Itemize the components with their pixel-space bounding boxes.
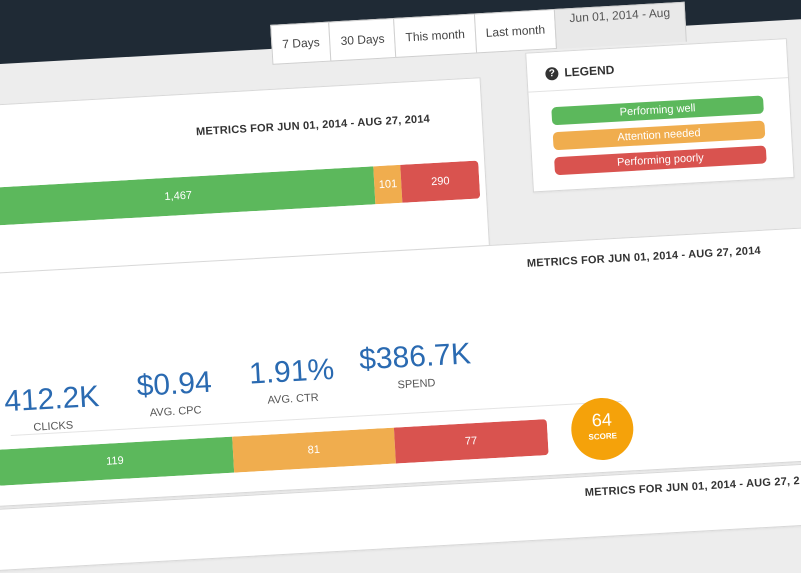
tab-30-days[interactable]: 30 Days — [328, 17, 397, 62]
stat-label: AVG. CTR — [267, 391, 320, 407]
tab-last-month[interactable]: Last month — [473, 8, 558, 54]
bar-segment-attention-needed: 81 — [232, 427, 396, 473]
stat-avg-cpc: $0.94 AVG. CPC — [123, 365, 226, 421]
performance-bar: 1,467 101 290 — [0, 160, 481, 227]
legend-item-performing-poorly: Performing poorly — [554, 145, 767, 176]
stat-value: $386.7K — [358, 337, 472, 377]
metrics-title: METRICS FOR JUN 01, 2014 - AUG 27, 2 — [584, 475, 801, 500]
tab-7-days[interactable]: 7 Days — [270, 21, 332, 65]
legend-item-performing-well: Performing well — [551, 95, 764, 126]
help-circle-icon: ? — [545, 66, 559, 81]
legend-title: LEGEND — [563, 62, 615, 80]
score-badge: 64 SCORE — [569, 396, 635, 462]
legend-item-attention-needed: Attention needed — [552, 120, 766, 151]
metrics-panel-2: METRICS FOR JUN 01, 2014 - AUG 27, 2014 … — [0, 227, 801, 508]
metrics-title: METRICS FOR JUN 01, 2014 - AUG 27, 2014 — [195, 113, 431, 139]
bar-segment-performing-poorly: 77 — [393, 419, 549, 464]
stat-value: 1.91% — [248, 352, 336, 391]
legend-panel: ? LEGEND Performing well Attention neede… — [525, 38, 795, 193]
stat-avg-ctr: 1.91% AVG. CTR — [241, 352, 344, 408]
score-label: SCORE — [588, 431, 618, 442]
stat-label: AVG. CPC — [149, 404, 202, 420]
stat-value: 412.2K — [3, 380, 101, 419]
stat-label: SPEND — [397, 377, 436, 392]
tab-this-month[interactable]: This month — [393, 13, 477, 58]
bar-segment-attention-needed: 101 — [373, 164, 403, 205]
stat-clicks: 412.2K CLICKS — [0, 380, 109, 436]
bar-segment-performing-poorly: 290 — [400, 160, 481, 203]
stat-spend: $386.7K SPEND — [354, 337, 477, 394]
metrics-title: METRICS FOR JUN 01, 2014 - AUG 27, 2014 — [526, 244, 762, 270]
score-value: 64 — [591, 409, 613, 431]
stat-value: $0.94 — [135, 365, 213, 403]
tab-custom-range[interactable]: Jun 01, 2014 - Aug — [553, 1, 687, 49]
bar-segment-performing-well: 119 — [0, 436, 235, 486]
bar-segment-performing-well: 1,467 — [0, 166, 376, 227]
legend-header: ? LEGEND — [545, 63, 615, 81]
dashboard: 7 Days 30 Days This month Last month Jun… — [0, 0, 801, 571]
